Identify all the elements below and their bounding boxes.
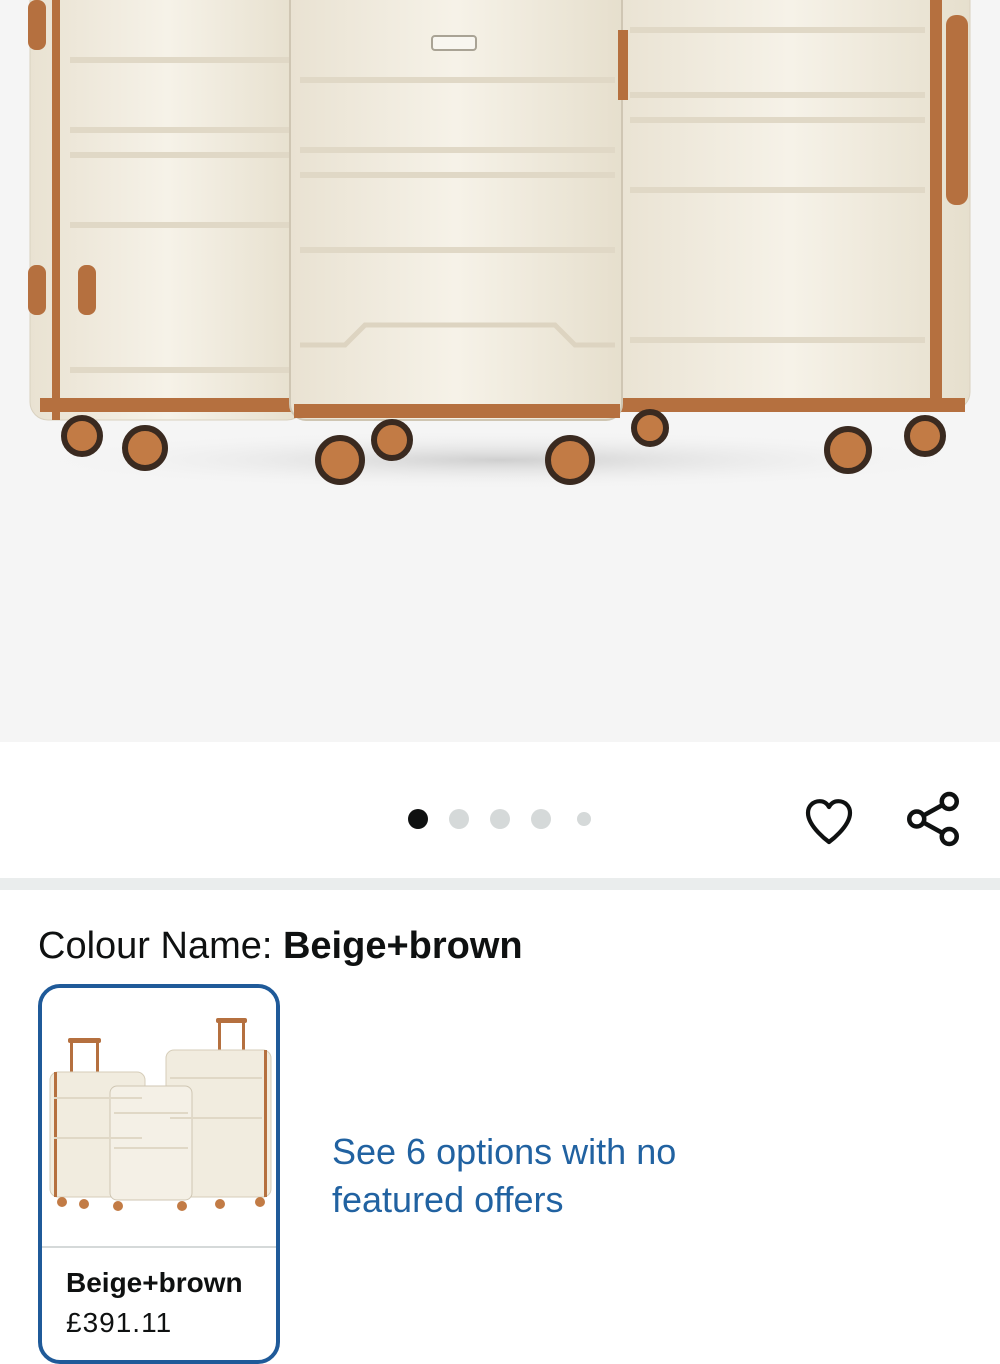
swatch-name: Beige+brown <box>66 1267 243 1298</box>
product-image[interactable] <box>0 0 1000 742</box>
swatch-price: £391.11 <box>66 1307 173 1338</box>
wishlist-button[interactable] <box>798 790 860 852</box>
swatch-thumbnail <box>42 988 276 1244</box>
colour-name-value: Beige+brown <box>282 925 523 967</box>
share-icon <box>907 791 959 847</box>
colour-name-label: Colour Name: Beige+brown <box>38 922 523 970</box>
swatch-card-divider <box>42 1246 276 1248</box>
section-divider <box>0 878 1000 890</box>
share-button[interactable] <box>900 786 966 852</box>
see-options-link[interactable]: See 6 options with no featured offers <box>332 1128 712 1224</box>
carousel-dot-1[interactable] <box>408 809 428 829</box>
carousel-dot-4[interactable] <box>531 809 551 829</box>
carousel-dot-2[interactable] <box>449 809 469 829</box>
colour-swatch-selected[interactable]: Beige+brown £391.11 <box>38 984 280 1364</box>
heart-outline-icon <box>805 799 853 845</box>
carousel-dot-5[interactable] <box>577 812 591 826</box>
colour-name-prefix: Colour Name: <box>38 925 283 967</box>
luggage-set-illustration <box>20 0 980 490</box>
carousel-dot-3[interactable] <box>490 809 510 829</box>
